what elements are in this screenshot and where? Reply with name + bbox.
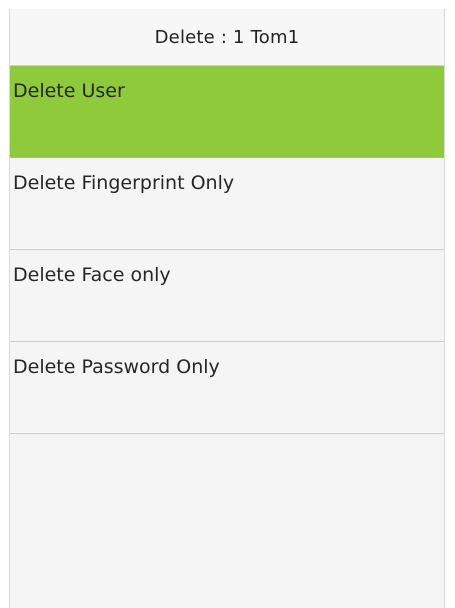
- menu-item-label: Delete Fingerprint Only: [13, 172, 235, 194]
- delete-options-menu: Delete User Delete Fingerprint Only Dele…: [10, 66, 444, 434]
- menu-item-delete-user[interactable]: Delete User: [10, 66, 444, 158]
- menu-item-label: Delete Password Only: [13, 356, 220, 378]
- menu-item-label: Delete Face only: [13, 264, 171, 286]
- menu-item-delete-password-only[interactable]: Delete Password Only: [10, 342, 444, 434]
- menu-item-delete-face-only[interactable]: Delete Face only: [10, 250, 444, 342]
- menu-item-label: Delete User: [13, 80, 125, 102]
- page-title: Delete : 1 Tom1: [10, 9, 444, 66]
- menu-item-delete-fingerprint-only[interactable]: Delete Fingerprint Only: [10, 158, 444, 250]
- device-screen: Delete : 1 Tom1 Delete User Delete Finge…: [9, 9, 445, 608]
